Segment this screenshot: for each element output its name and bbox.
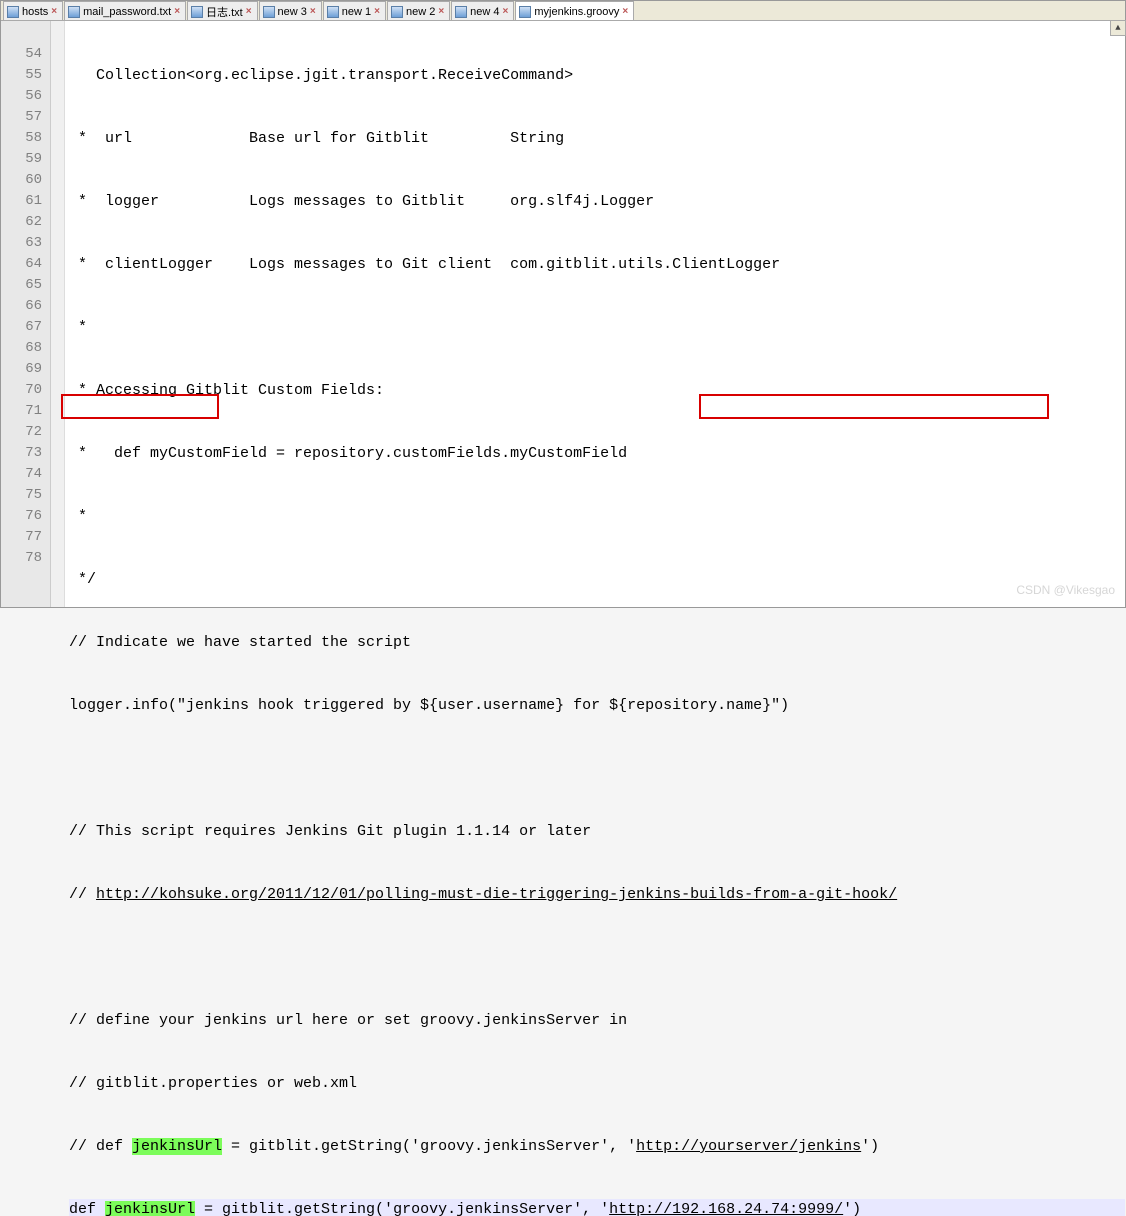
file-icon [519, 6, 531, 18]
code-line: * clientLogger Logs messages to Git clie… [69, 254, 1125, 275]
tab-label: new 4 [470, 6, 499, 18]
highlight: jenkinsUrl [132, 1138, 222, 1155]
code-line: // def jenkinsUrl = gitblit.getString('g… [69, 1136, 1125, 1157]
tab-label: mail_password.txt [83, 6, 171, 18]
tab-hosts[interactable]: hosts× [3, 1, 63, 20]
close-icon[interactable]: × [503, 6, 509, 17]
close-icon[interactable]: × [438, 6, 444, 17]
code-line: def jenkinsUrl = gitblit.getString('groo… [69, 1199, 1125, 1216]
code-line: * [69, 317, 1125, 338]
editor-area[interactable]: 5455565758596061626364656667686970717273… [1, 21, 1125, 607]
code-line: * [69, 506, 1125, 527]
tab-label: new 1 [342, 6, 371, 18]
code-area[interactable]: Collection<org.eclipse.jgit.transport.Re… [65, 21, 1125, 607]
code-line: logger.info("jenkins hook triggered by $… [69, 695, 1125, 716]
file-icon [391, 6, 403, 18]
file-icon [263, 6, 275, 18]
close-icon[interactable]: × [51, 6, 57, 17]
tab-log[interactable]: 日志.txt× [187, 1, 258, 20]
code-line: // define your jenkins url here or set g… [69, 1010, 1125, 1031]
tab-new-4[interactable]: new 4 × [451, 1, 514, 20]
watermark: CSDN @Vikesgao [1016, 580, 1115, 601]
close-icon[interactable]: × [174, 6, 180, 17]
file-icon [191, 6, 203, 18]
tab-label: hosts [22, 6, 48, 18]
code-line: */ [69, 569, 1125, 590]
code-line: // Indicate we have started the script [69, 632, 1125, 653]
code-line: * url Base url for Gitblit String [69, 128, 1125, 149]
code-line [69, 947, 1125, 968]
code-line: * logger Logs messages to Gitblit org.sl… [69, 191, 1125, 212]
line-number-gutter: 5455565758596061626364656667686970717273… [1, 21, 51, 607]
tab-new-1[interactable]: new 1× [323, 1, 386, 20]
tab-bar: hosts× mail_password.txt× 日志.txt× new 3×… [1, 1, 1125, 21]
code-line: // http://kohsuke.org/2011/12/01/polling… [69, 884, 1125, 905]
file-icon [327, 6, 339, 18]
code-line: * Accessing Gitblit Custom Fields: [69, 380, 1125, 401]
tab-label: 日志.txt [206, 4, 243, 20]
url-link: http://kohsuke.org/2011/12/01/polling-mu… [96, 886, 897, 903]
tab-label: new 3 [278, 6, 307, 18]
tab-mail-password[interactable]: mail_password.txt× [64, 1, 186, 20]
scroll-up-button[interactable]: ▲ [1110, 20, 1126, 36]
close-icon[interactable]: × [622, 6, 628, 17]
url-link: http://192.168.24.74:9999/ [609, 1201, 843, 1216]
tab-new-3[interactable]: new 3× [259, 1, 322, 20]
close-icon[interactable]: × [246, 6, 252, 17]
tab-myjenkins-groovy[interactable]: myjenkins.groovy× [515, 1, 634, 20]
fold-column [51, 21, 65, 607]
code-line [69, 758, 1125, 779]
code-line: * def myCustomField = repository.customF… [69, 443, 1125, 464]
close-icon[interactable]: × [374, 6, 380, 17]
code-line: // This script requires Jenkins Git plug… [69, 821, 1125, 842]
highlight: jenkinsUrl [105, 1201, 195, 1216]
code-line: Collection<org.eclipse.jgit.transport.Re… [69, 65, 1125, 86]
tab-label: myjenkins.groovy [534, 6, 619, 18]
file-icon [455, 6, 467, 18]
code-line: // gitblit.properties or web.xml [69, 1073, 1125, 1094]
file-icon [68, 6, 80, 18]
close-icon[interactable]: × [310, 6, 316, 17]
file-icon [7, 6, 19, 18]
url-link: http://yourserver/jenkins [636, 1138, 861, 1155]
tab-new-2[interactable]: new 2× [387, 1, 450, 20]
tab-label: new 2 [406, 6, 435, 18]
